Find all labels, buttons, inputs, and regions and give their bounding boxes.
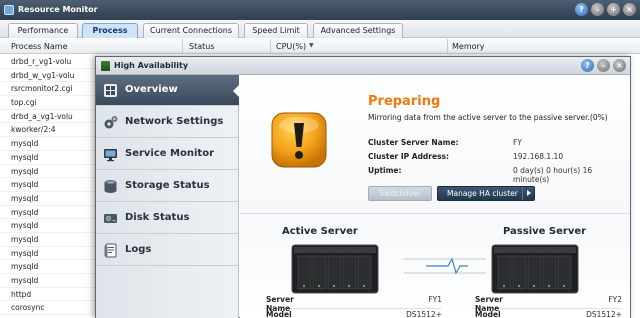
active-model-name-value: DS1512+ [406,310,442,318]
column-process-name[interactable]: Process Name [11,42,68,51]
column-memory[interactable]: Memory [452,42,485,51]
process-row[interactable]: mysqld [0,274,95,288]
passive-server-name-value: FY2 [608,295,622,304]
process-row[interactable]: mysqld [0,260,95,274]
section-divider [240,213,630,214]
nav-label-logs: Logs [125,244,152,255]
active-model-name-label: Model Name [266,310,292,318]
ha-help-button[interactable]: ? [581,59,594,72]
process-row[interactable]: drbd_a_vg1-volu [0,110,95,124]
active-server-heading: Active Server [282,226,358,237]
dropdown-arrow-icon[interactable] [522,187,534,200]
process-row[interactable]: mysqld [0,192,95,206]
high-availability-window: High Availability ? – × Overview Network… [95,56,631,318]
tab-performance[interactable]: Performance [8,23,78,38]
process-row[interactable]: mysqld [0,247,95,261]
ha-titlebar[interactable]: High Availability ? – × [96,57,630,75]
uptime-value: 0 day(s) 0 hour(s) 16 minute(s) [513,166,593,184]
nav-label-disk-status: Disk Status [125,212,190,223]
ha-status-description: Mirroring data from the active server to… [368,113,608,122]
process-row[interactable]: mysqld [0,137,95,151]
resource-monitor-title: Resource Monitor [18,5,98,14]
tab-speed-limit[interactable]: Speed Limit [244,23,308,38]
tab-advanced-settings[interactable]: Advanced Settings [313,23,403,38]
passive-model-name-label: Model Name [475,310,501,318]
logs-icon [104,243,117,258]
process-row[interactable]: mysqld [0,151,95,165]
resource-monitor-icon [4,5,14,15]
tab-process[interactable]: Process [82,23,138,38]
nav-label-service-monitor: Service Monitor [125,148,215,159]
process-row[interactable]: mysqld [0,233,95,247]
resource-monitor-titlebar[interactable]: Resource Monitor ? – + × [0,0,640,20]
ha-app-icon [101,61,110,71]
process-row[interactable]: drbd_w_vg1-volu [0,69,95,83]
process-list: drbd_r_vg1-volu drbd_w_vg1-volu rsrcmoni… [0,55,95,318]
ha-window-title: High Availability [114,61,189,70]
ha-window-buttons: ? – × [581,59,626,72]
manage-ha-cluster-label: Manage HA cluster [447,189,518,198]
active-server-name-value: FY1 [428,295,442,304]
resource-monitor-window-buttons: ? – + × [575,3,636,16]
nav-label-overview: Overview [125,84,178,95]
process-row[interactable]: mysqld [0,219,95,233]
storage-icon [104,180,117,193]
passive-server-heading: Passive Server [503,226,587,237]
cluster-name-label: Cluster Server Name: [368,138,459,147]
ha-status-title: Preparing [368,94,441,109]
process-row[interactable]: drbd_r_vg1-volu [0,55,95,69]
process-table-header: Process Name Status CPU(%) ▼ Memory [0,39,640,54]
warning-exclamation-icon [271,112,327,168]
active-server-image [291,244,379,294]
switchover-button[interactable]: Switchover [368,186,432,201]
ha-heartbeat-connector [404,257,486,275]
disk-icon [104,214,117,223]
sort-desc-icon: ▼ [309,42,314,49]
column-cpu[interactable]: CPU(%) [276,42,306,51]
cluster-name-value: FY [513,138,522,147]
process-row[interactable]: kworker/2:4 [0,123,95,138]
process-row[interactable]: rsrcmonitor2.cgi [0,82,95,97]
uptime-label: Uptime: [368,166,402,175]
nav-item-service-monitor[interactable]: Service Monitor [96,139,239,170]
ha-close-button[interactable]: × [613,59,626,72]
process-row[interactable]: mysqld [0,178,95,192]
process-row[interactable]: mysqld [0,206,95,220]
passive-server-image [491,244,579,294]
process-row[interactable]: top.cgi [0,96,95,110]
process-row[interactable]: corosync [0,301,95,316]
ha-overview-panel: Preparing Mirroring data from the active… [240,75,630,318]
help-button[interactable]: ? [575,3,588,16]
column-status[interactable]: Status [189,42,215,51]
cluster-ip-value: 192.168.1.10 [513,152,564,161]
process-row[interactable]: mysqld [0,165,95,179]
maximize-button[interactable]: + [607,3,620,16]
close-button[interactable]: × [623,3,636,16]
ha-sidebar: Overview Network Settings Service Monito… [96,75,240,318]
minimize-button[interactable]: – [591,3,604,16]
tab-current-connections[interactable]: Current Connections [143,23,239,38]
passive-model-name-value: DS1512+ [586,310,622,318]
manage-ha-cluster-button[interactable]: Manage HA cluster [437,186,535,201]
nav-label-network-settings: Network Settings [125,116,224,127]
resource-monitor-tabbar: Performance Process Current Connections … [0,20,640,38]
process-row[interactable]: httpd [0,288,95,302]
nav-item-overview[interactable]: Overview [96,75,240,106]
nav-item-storage-status[interactable]: Storage Status [96,171,239,202]
ha-minimize-button[interactable]: – [597,59,610,72]
nav-item-network-settings[interactable]: Network Settings [96,107,239,138]
nav-item-logs[interactable]: Logs [96,235,239,266]
cluster-ip-label: Cluster IP Address: [368,152,450,161]
overview-icon [104,84,117,97]
nav-item-disk-status[interactable]: Disk Status [96,203,239,234]
nav-label-storage-status: Storage Status [125,180,210,191]
monitor-icon [104,149,117,162]
gears-icon [104,116,118,129]
